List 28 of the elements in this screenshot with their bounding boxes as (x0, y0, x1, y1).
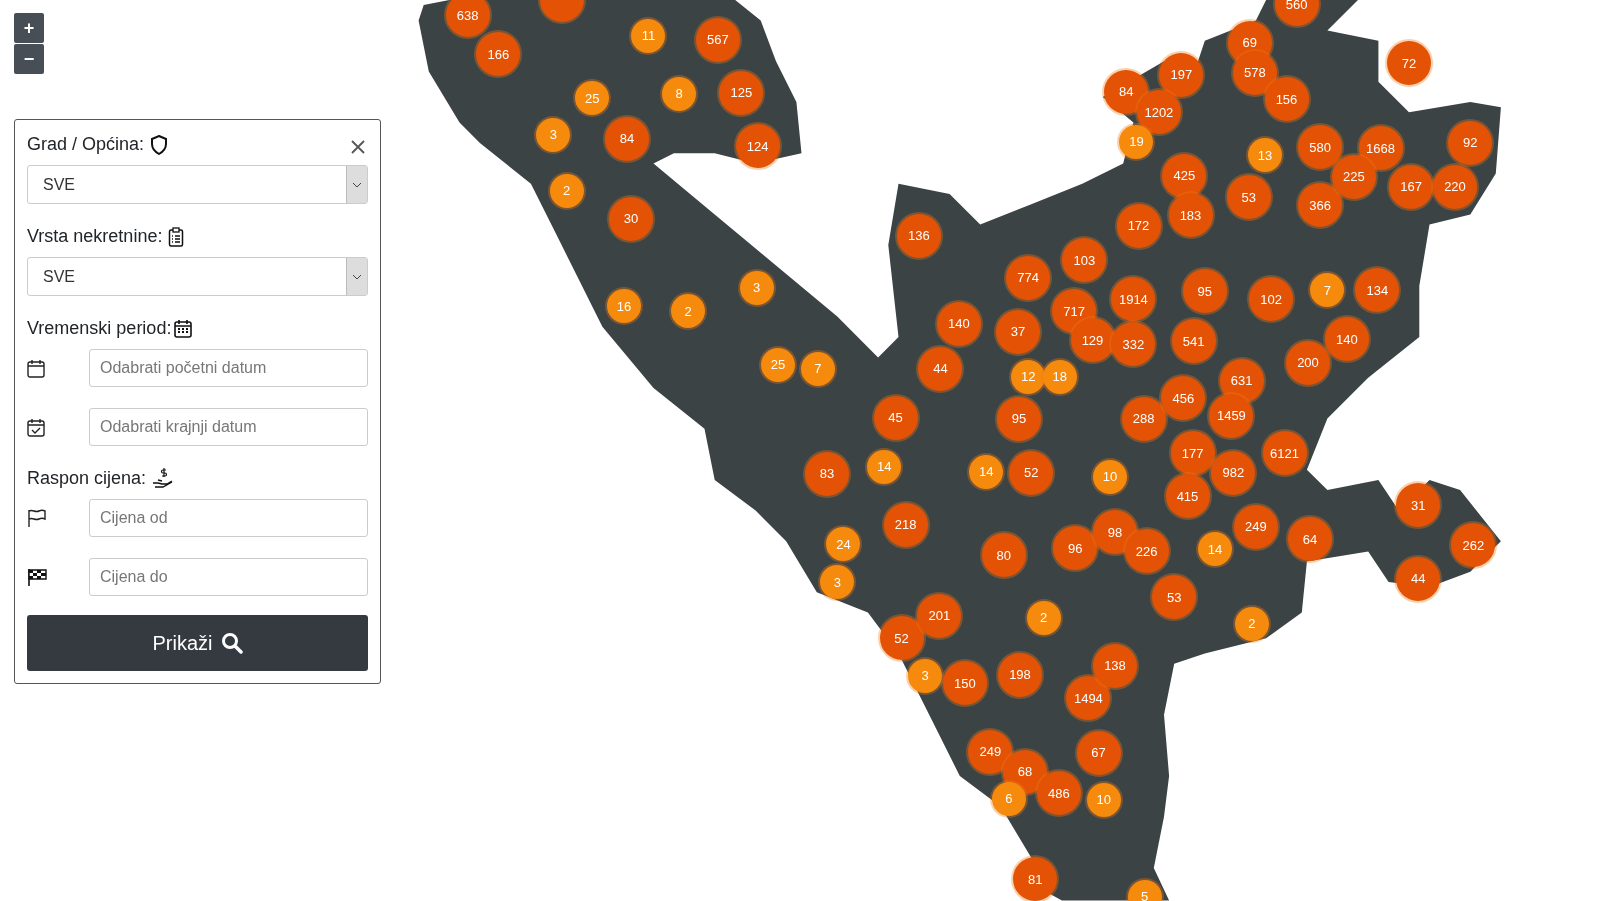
shield-icon (150, 134, 169, 155)
zoom-out-button[interactable]: − (14, 44, 44, 74)
zoom-in-button[interactable]: + (14, 13, 44, 43)
price-to-field[interactable]: Cijena do (89, 558, 368, 596)
end-date-field[interactable]: Odabrati krajnji datum (89, 408, 368, 446)
cluster-marker[interactable]: 19 (1119, 124, 1154, 159)
calendar-icon (174, 319, 193, 338)
cluster-marker[interactable]: 81 (1013, 857, 1058, 901)
cluster-marker[interactable]: 72 (1387, 41, 1431, 86)
price-range-label: Raspon cijena: (27, 467, 147, 489)
period-label: Vremenski period: (27, 318, 172, 339)
dropdown-caret-icon[interactable] (346, 258, 367, 295)
search-icon (220, 632, 243, 654)
calendar-icon (27, 358, 45, 378)
dropdown-caret-icon[interactable] (346, 166, 367, 203)
start-date-field[interactable]: Odabrati početni datum (89, 349, 368, 387)
price-from-field[interactable]: Cijena od (89, 499, 368, 537)
show-button[interactable]: Prikaži (27, 615, 368, 671)
property-type-label: Vrsta nekretnine: (27, 226, 163, 247)
city-select[interactable]: SVE (27, 165, 368, 204)
hand-dollar-icon (152, 467, 175, 489)
flag-icon (27, 508, 47, 528)
checkered-flag-icon (27, 567, 47, 587)
clipboard-icon (168, 226, 185, 247)
property-type-select[interactable]: SVE (27, 257, 368, 296)
cluster-marker[interactable]: 197 (1159, 52, 1204, 97)
calendar-check-icon (27, 417, 45, 437)
city-label: Grad / Općina: (27, 134, 145, 155)
